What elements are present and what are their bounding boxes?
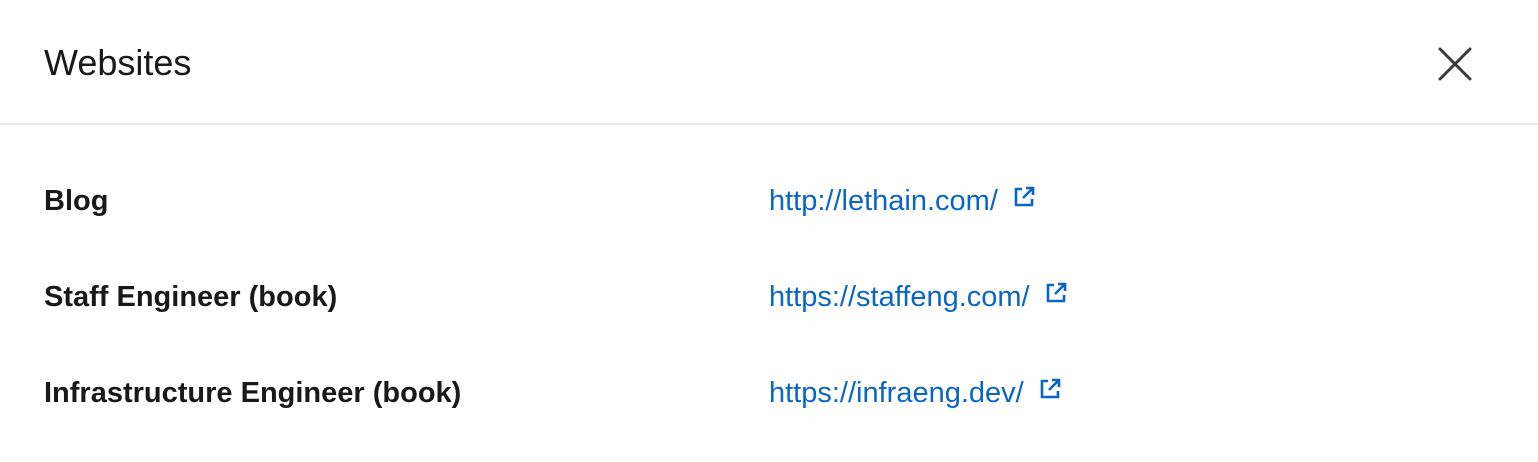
external-link-icon — [1012, 185, 1036, 209]
external-link-icon — [1038, 377, 1062, 401]
website-link[interactable]: https://staffeng.com/ — [769, 273, 1068, 321]
website-link[interactable]: http://lethain.com/ — [769, 177, 1036, 225]
website-url: http://lethain.com/ — [769, 185, 998, 217]
close-icon — [1438, 47, 1472, 81]
list-item-infrastructure-engineer: Infrastructure Engineer (book) https://i… — [0, 369, 1538, 417]
list-item-staff-engineer: Staff Engineer (book) https://staffeng.c… — [0, 273, 1538, 321]
list-item-blog: Blog http://lethain.com/ — [0, 177, 1538, 225]
website-label: Staff Engineer (book) — [44, 281, 338, 313]
websites-dialog: Websites Blog http://lethain.com/ Staff … — [0, 0, 1538, 462]
close-button[interactable] — [1427, 36, 1483, 92]
website-url: https://infraeng.dev/ — [769, 377, 1024, 409]
website-url: https://staffeng.com/ — [769, 281, 1030, 313]
website-label: Infrastructure Engineer (book) — [44, 377, 462, 409]
website-label: Blog — [44, 185, 109, 217]
dialog-header: Websites — [0, 0, 1538, 125]
dialog-title: Websites — [44, 42, 192, 83]
website-link[interactable]: https://infraeng.dev/ — [769, 369, 1062, 417]
external-link-icon — [1044, 281, 1068, 305]
